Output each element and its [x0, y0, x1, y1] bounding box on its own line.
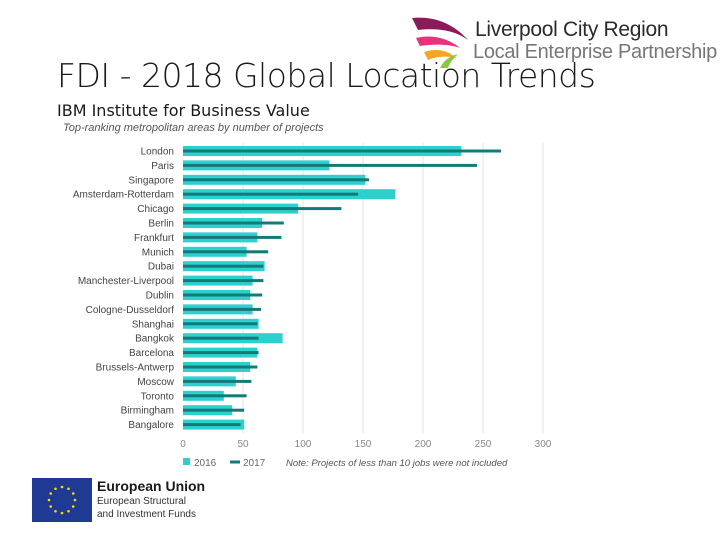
bar-2017 [183, 307, 261, 311]
eu-star [71, 492, 75, 495]
eu-star [67, 487, 70, 491]
bar-2017 [183, 163, 477, 167]
category-label: Toronto [141, 391, 175, 402]
legend-swatch-2017 [230, 460, 240, 464]
x-tick-label: 0 [180, 439, 186, 450]
category-label: Chicago [137, 204, 174, 215]
eu-star [49, 505, 53, 508]
bar-2017 [183, 408, 245, 412]
chart-note: Note: Projects of less than 10 jobs were… [286, 458, 508, 469]
category-label: Bangkok [135, 334, 175, 345]
eu-star [73, 498, 77, 502]
category-label: Manchester-Liverpool [78, 276, 174, 287]
x-tick-label: 250 [475, 439, 492, 450]
category-label: Brussels-Antwerp [96, 363, 175, 374]
category-label: Cologne-Dusseldorf [86, 305, 175, 316]
category-label: Bangalore [128, 420, 174, 431]
x-tick-label: 150 [355, 439, 372, 450]
category-label: Dublin [146, 291, 174, 302]
category-label: Frankfurt [134, 233, 174, 244]
category-label: Shanghai [132, 319, 174, 330]
eu-star [49, 492, 53, 495]
bar-2017 [183, 365, 258, 369]
bar-2017 [183, 235, 282, 239]
bar-2017 [183, 394, 247, 398]
eu-star [47, 498, 51, 502]
bar-2017 [183, 279, 264, 283]
eu-star [60, 511, 64, 515]
bar-chart: 0 50 100 150 200 250 300 London Paris Singapore Am… [73, 143, 552, 469]
category-label: Singapore [128, 175, 174, 186]
category-label: Birmingham [121, 406, 174, 417]
category-label: Amsterdam-Rotterdam [73, 190, 174, 201]
legend-label-2016: 2016 [194, 458, 217, 469]
bar-2017 [183, 322, 258, 326]
category-label: Paris [151, 161, 174, 172]
bar-2017 [183, 293, 263, 297]
bar-2017 [183, 178, 369, 182]
x-tick-label: 100 [295, 439, 312, 450]
category-label: Moscow [137, 377, 174, 388]
bar-2017 [183, 250, 269, 254]
bar-2017 [183, 149, 501, 153]
category-label: Berlin [148, 219, 174, 230]
x-tick-label: 50 [237, 439, 249, 450]
bar-2017 [183, 207, 342, 211]
eu-star [54, 487, 57, 491]
eu-flag-icon [32, 478, 92, 522]
x-tick-label: 200 [415, 439, 432, 450]
bar-2017 [183, 264, 264, 268]
bar-2017 [183, 336, 259, 340]
legend-swatch-2016 [183, 458, 190, 465]
eu-star [67, 509, 70, 513]
category-label: Munich [142, 247, 174, 258]
bar-2017 [183, 192, 359, 196]
bar-2017 [183, 423, 241, 427]
legend-label-2017: 2017 [243, 458, 266, 469]
eu-star [71, 505, 75, 508]
eu-subtitle-line1: European Structural [97, 496, 186, 507]
category-label: Dubai [148, 262, 174, 273]
eu-star [60, 485, 64, 489]
bar-2017 [183, 221, 284, 225]
bar-2017 [183, 379, 252, 383]
x-tick-label: 300 [535, 439, 552, 450]
bar-2017 [183, 351, 259, 355]
category-label: Barcelona [129, 348, 174, 359]
category-label: London [141, 147, 174, 158]
eu-title: European Union [97, 478, 206, 494]
eu-star [54, 509, 57, 513]
eu-subtitle-line2: and Investment Funds [97, 509, 196, 520]
